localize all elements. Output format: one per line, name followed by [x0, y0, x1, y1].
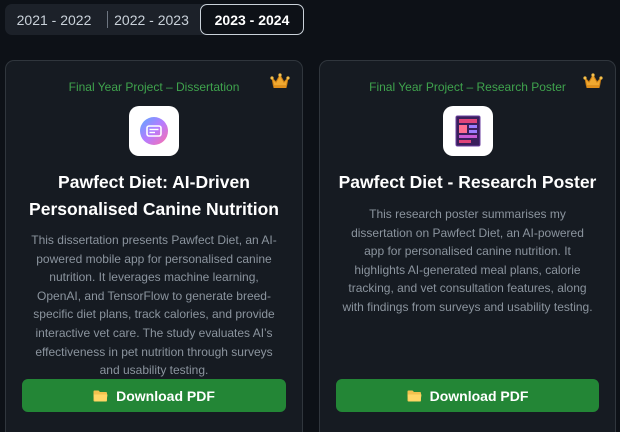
download-pdf-button[interactable]: Download PDF	[336, 379, 599, 412]
card-category: Final Year Project – Research Poster	[369, 80, 566, 94]
tab-2021-2022[interactable]: 2021 - 2022	[5, 4, 103, 35]
download-button-label: Download PDF	[116, 387, 215, 404]
poster-icon	[442, 106, 493, 156]
card-description: This dissertation presents Pawfect Diet,…	[31, 233, 277, 378]
folder-icon	[407, 390, 422, 402]
folder-icon	[93, 390, 108, 402]
card-description: This research poster summarises my disse…	[342, 207, 593, 314]
card-title: Pawfect Diet - Research Poster	[338, 172, 597, 192]
card-category: Final Year Project – Dissertation	[68, 80, 240, 94]
download-pdf-button[interactable]: Download PDF	[22, 379, 286, 412]
tab-2023-2024[interactable]: 2023 - 2024	[200, 4, 304, 35]
card-title: Pawfect Diet: AI-Driven Personalised Can…	[29, 172, 279, 219]
project-card-poster: Final Year Project – Research Poster Paw…	[319, 60, 616, 432]
tab-2022-2023[interactable]: 2022 - 2023	[103, 4, 200, 35]
app-logo-icon	[129, 106, 179, 156]
project-card-dissertation: Final Year Project – Dissertation Pawfec…	[5, 60, 303, 432]
year-tabs: 2021 - 2022 2022 - 2023 2023 - 2024	[5, 4, 304, 35]
download-button-label: Download PDF	[429, 387, 529, 404]
